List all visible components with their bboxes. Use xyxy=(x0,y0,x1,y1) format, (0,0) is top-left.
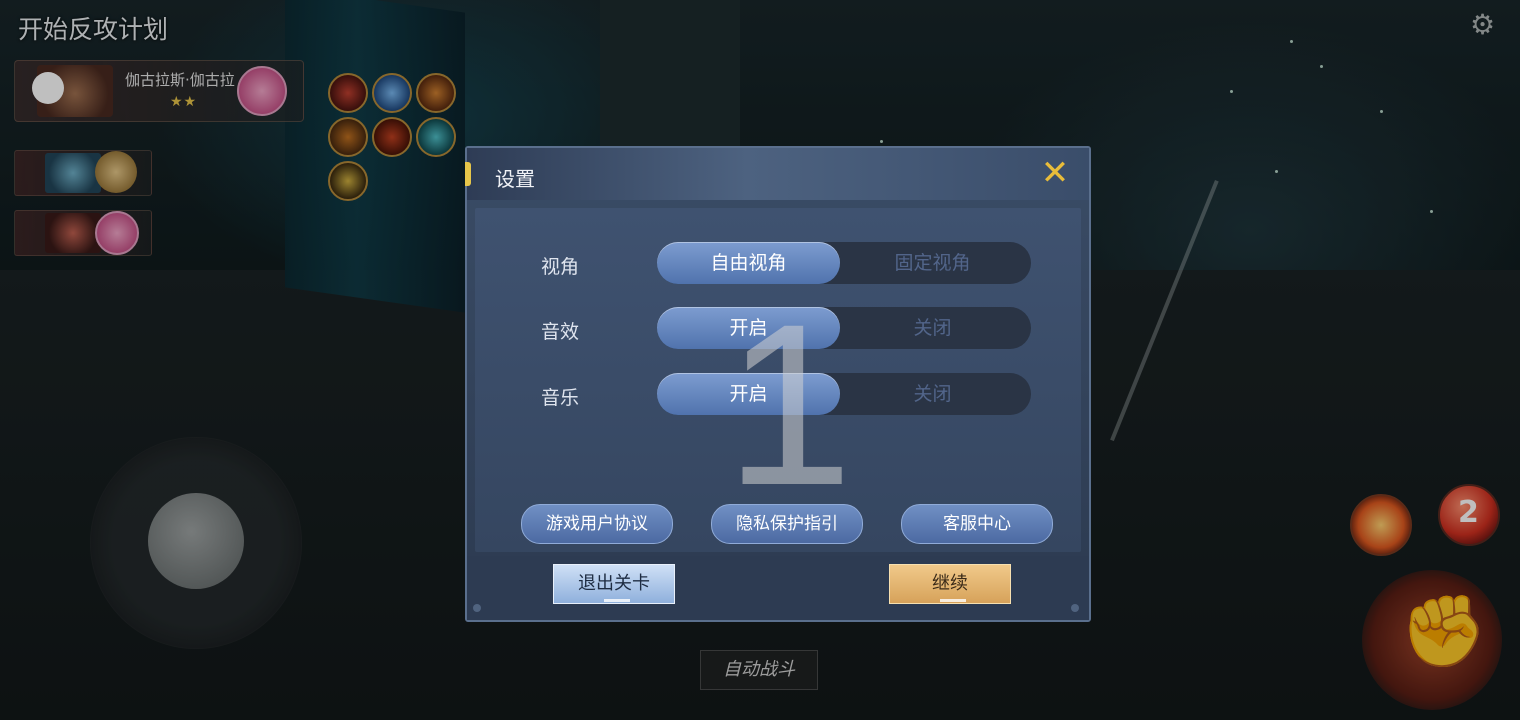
sound-effects-label: 音效 xyxy=(541,321,580,343)
fixed-camera-option[interactable]: 固定视角 xyxy=(841,242,1024,284)
customer-service-button[interactable]: 客服中心 xyxy=(901,504,1053,544)
dialog-title: 设置 xyxy=(495,167,535,191)
camera-label: 视角 xyxy=(541,256,580,278)
sound-effects-off-option[interactable]: 关闭 xyxy=(841,307,1024,349)
music-label: 音乐 xyxy=(541,387,580,409)
dialog-body: 视角 自由视角 固定视角 音效 开启 关闭 音乐 开启 关闭 1 xyxy=(475,208,1081,552)
button-underline xyxy=(940,599,966,602)
corner-decoration xyxy=(473,604,481,612)
continue-label: 继续 xyxy=(932,573,968,594)
settings-dialog: 设置 ✕ 视角 自由视角 固定视角 音效 开启 关闭 音乐 开启 关闭 1 游戏… xyxy=(465,146,1091,622)
corner-decoration xyxy=(1071,604,1079,612)
button-underline xyxy=(604,599,630,602)
exit-level-label: 退出关卡 xyxy=(578,573,650,594)
overlay-number: 1 xyxy=(725,276,853,533)
user-agreement-button[interactable]: 游戏用户协议 xyxy=(521,504,673,544)
header-accent xyxy=(465,162,471,186)
dialog-header: 设置 ✕ xyxy=(465,148,1089,200)
exit-level-button[interactable]: 退出关卡 xyxy=(553,564,675,604)
music-off-option[interactable]: 关闭 xyxy=(841,373,1024,415)
privacy-policy-button[interactable]: 隐私保护指引 xyxy=(711,504,863,544)
continue-button[interactable]: 继续 xyxy=(889,564,1011,604)
close-icon[interactable]: ✕ xyxy=(1035,156,1075,192)
